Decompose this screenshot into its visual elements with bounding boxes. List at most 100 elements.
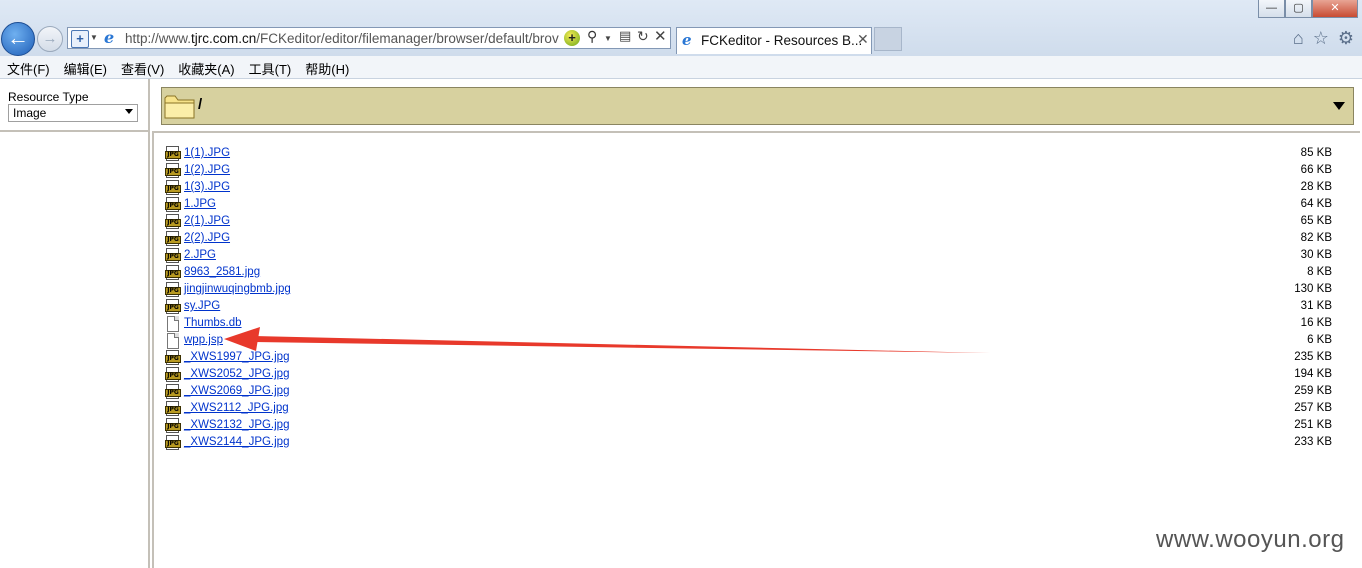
- file-name-link[interactable]: _XWS2112_JPG.jpg: [184, 402, 289, 414]
- file-row[interactable]: wpp.jsp 6 KB: [154, 333, 1344, 350]
- file-name-link[interactable]: 1(3).JPG: [184, 181, 230, 193]
- file-name-link[interactable]: wpp.jsp: [184, 334, 223, 346]
- chevron-down-icon[interactable]: [1333, 102, 1345, 110]
- ie-page-icon: e: [682, 31, 692, 49]
- chevron-down-icon[interactable]: ▼: [604, 34, 612, 43]
- file-name-link[interactable]: sy.JPG: [184, 300, 220, 312]
- compatibility-view-icon[interactable]: +: [71, 30, 89, 48]
- jpg-file-icon: JPG: [165, 299, 181, 315]
- file-name-link[interactable]: 1(2).JPG: [184, 164, 230, 176]
- file-name-link[interactable]: 1.JPG: [184, 198, 216, 210]
- file-name-link[interactable]: 2.JPG: [184, 249, 216, 261]
- file-size: 31 KB: [1300, 300, 1332, 312]
- refresh-icon[interactable]: ↻: [637, 28, 649, 45]
- minimize-button[interactable]: —: [1258, 0, 1285, 18]
- file-row[interactable]: JPG _XWS2052_JPG.jpg 194 KB: [154, 367, 1344, 384]
- file-row[interactable]: JPG _XWS2132_JPG.jpg 251 KB: [154, 418, 1344, 435]
- menu-tools[interactable]: 工具(T): [242, 56, 299, 78]
- file-size: 251 KB: [1294, 419, 1332, 431]
- file-size: 16 KB: [1300, 317, 1332, 329]
- gear-icon[interactable]: ⚙: [1338, 28, 1354, 49]
- home-icon[interactable]: ⌂: [1293, 28, 1304, 49]
- broken-page-icon[interactable]: ▤: [619, 28, 631, 44]
- jpg-file-icon: JPG: [165, 231, 181, 247]
- url-prefix: http://www.: [125, 31, 192, 46]
- tab-title: FCKeditor - Resources B...: [701, 33, 863, 48]
- chevron-down-icon[interactable]: ▼: [90, 33, 98, 42]
- tab-fckeditor[interactable]: e FCKeditor - Resources B... ✕: [676, 27, 872, 54]
- file-row[interactable]: JPG jingjinwuqingbmb.jpg 130 KB: [154, 282, 1344, 299]
- maximize-button[interactable]: ▢: [1285, 0, 1312, 18]
- file-name-link[interactable]: _XWS2144_JPG.jpg: [184, 436, 289, 448]
- menu-help[interactable]: 帮助(H): [298, 56, 356, 78]
- menu-file[interactable]: 文件(F): [0, 56, 57, 78]
- file-row[interactable]: JPG 8963_2581.jpg 8 KB: [154, 265, 1344, 282]
- resource-type-value: Image: [13, 106, 47, 120]
- close-icon[interactable]: ✕: [857, 31, 869, 48]
- file-size: 194 KB: [1294, 368, 1332, 380]
- jpg-file-icon: JPG: [165, 265, 181, 281]
- file-row[interactable]: JPG _XWS2144_JPG.jpg 233 KB: [154, 435, 1344, 452]
- file-row[interactable]: JPG _XWS2112_JPG.jpg 257 KB: [154, 401, 1344, 418]
- current-folder-bar: /: [161, 87, 1354, 125]
- jpg-file-icon: JPG: [165, 401, 181, 417]
- menu-view[interactable]: 查看(V): [114, 56, 171, 78]
- file-row[interactable]: JPG _XWS2069_JPG.jpg 259 KB: [154, 384, 1344, 401]
- file-row[interactable]: JPG 2(1).JPG 65 KB: [154, 214, 1344, 231]
- file-name-link[interactable]: 8963_2581.jpg: [184, 266, 260, 278]
- jpg-file-icon: JPG: [165, 384, 181, 400]
- new-tab-button[interactable]: [874, 27, 902, 51]
- jpg-file-icon: JPG: [165, 248, 181, 264]
- resource-type-label: Resource Type: [8, 90, 89, 104]
- file-name-link[interactable]: _XWS2069_JPG.jpg: [184, 385, 289, 397]
- file-size: 235 KB: [1294, 351, 1332, 363]
- file-row[interactable]: JPG sy.JPG 31 KB: [154, 299, 1344, 316]
- jpg-file-icon: JPG: [165, 367, 181, 383]
- forward-button[interactable]: →: [37, 26, 63, 52]
- file-row[interactable]: JPG 1.JPG 64 KB: [154, 197, 1344, 214]
- file-name-link[interactable]: 1(1).JPG: [184, 147, 230, 159]
- file-row[interactable]: JPG 1(3).JPG 28 KB: [154, 180, 1344, 197]
- file-name-link[interactable]: Thumbs.db: [184, 317, 242, 329]
- file-row[interactable]: JPG 2.JPG 30 KB: [154, 248, 1344, 265]
- file-row[interactable]: JPG _XWS1997_JPG.jpg 235 KB: [154, 350, 1344, 367]
- menu-favorites[interactable]: 收藏夹(A): [171, 56, 241, 78]
- file-name-link[interactable]: 2(1).JPG: [184, 215, 230, 227]
- file-name-link[interactable]: _XWS1997_JPG.jpg: [184, 351, 289, 363]
- chevron-down-icon[interactable]: [125, 109, 133, 114]
- jpg-file-icon: JPG: [165, 350, 181, 366]
- file-size: 130 KB: [1294, 283, 1332, 295]
- addon-icon[interactable]: +: [564, 30, 580, 46]
- file-list: JPG 1(1).JPG 85 KB JPG 1(2).JPG 66 KB JPG 1(3).…: [154, 146, 1344, 452]
- file-name-link[interactable]: _XWS2052_JPG.jpg: [184, 368, 289, 380]
- url-path: /FCKeditor/editor/filemanager/browser/de…: [256, 31, 559, 46]
- file-size: 257 KB: [1294, 402, 1332, 414]
- address-url[interactable]: http://www.tjrc.com.cn/FCKeditor/editor/…: [125, 31, 561, 46]
- menu-bar: 文件(F) 编辑(E) 查看(V) 收藏夹(A) 工具(T) 帮助(H): [0, 56, 1362, 79]
- window-controls: — ▢ ✕: [1258, 0, 1358, 18]
- file-row[interactable]: JPG 1(2).JPG 66 KB: [154, 163, 1344, 180]
- close-window-button[interactable]: ✕: [1312, 0, 1358, 18]
- file-row[interactable]: Thumbs.db 16 KB: [154, 316, 1344, 333]
- file-row[interactable]: JPG 2(2).JPG 82 KB: [154, 231, 1344, 248]
- back-button[interactable]: ←: [1, 22, 35, 56]
- toolbar-right: ⌂ ☆ ⚙: [1293, 28, 1354, 49]
- jpg-file-icon: JPG: [165, 435, 181, 451]
- jpg-file-icon: JPG: [165, 214, 181, 230]
- file-name-link[interactable]: jingjinwuqingbmb.jpg: [184, 283, 291, 295]
- search-icon[interactable]: ⚲: [587, 28, 597, 45]
- file-name-link[interactable]: _XWS2132_JPG.jpg: [184, 419, 289, 431]
- file-size: 259 KB: [1294, 385, 1332, 397]
- stop-icon[interactable]: ✕: [654, 27, 667, 45]
- resource-type-select[interactable]: Image: [8, 104, 138, 122]
- menu-edit[interactable]: 编辑(E): [57, 56, 114, 78]
- file-name-link[interactable]: 2(2).JPG: [184, 232, 230, 244]
- file-row[interactable]: JPG 1(1).JPG 85 KB: [154, 146, 1344, 163]
- star-icon[interactable]: ☆: [1313, 28, 1329, 49]
- address-bar[interactable]: + ▼ e http://www.tjrc.com.cn/FCKeditor/e…: [67, 27, 671, 49]
- divider: [0, 130, 148, 132]
- jpg-file-icon: JPG: [165, 146, 181, 162]
- folder-icon: [164, 95, 195, 119]
- resource-type-frame: Resource Type Image: [0, 79, 150, 568]
- file-size: 65 KB: [1300, 215, 1332, 227]
